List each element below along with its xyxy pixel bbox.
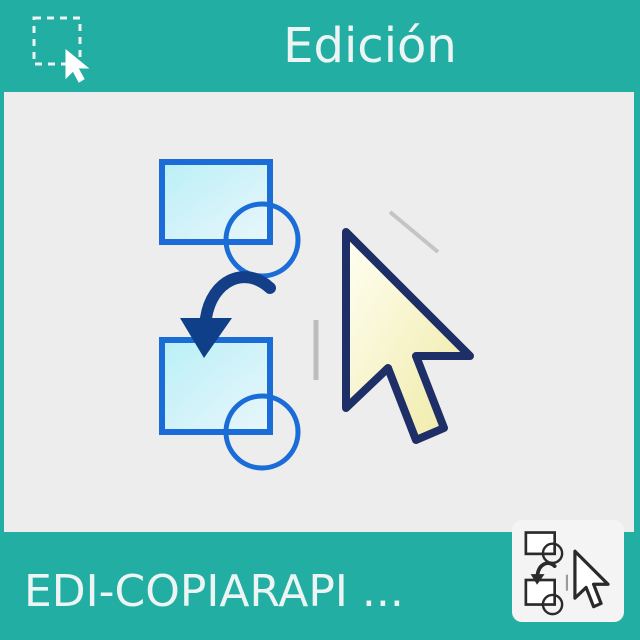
thumbnail — [512, 520, 624, 622]
copy-shape-cursor-thumbnail-icon — [524, 531, 610, 616]
command-name: EDI-COPIARAPI ... — [24, 566, 404, 617]
copy-shape-cursor-icon — [159, 159, 474, 471]
tool-card[interactable]: Edición EDI-COPIARAPI ... — [0, 0, 640, 640]
category-title: Edición — [283, 18, 457, 74]
selection-cursor-icon — [32, 16, 90, 83]
card-header: Edición — [0, 0, 640, 92]
